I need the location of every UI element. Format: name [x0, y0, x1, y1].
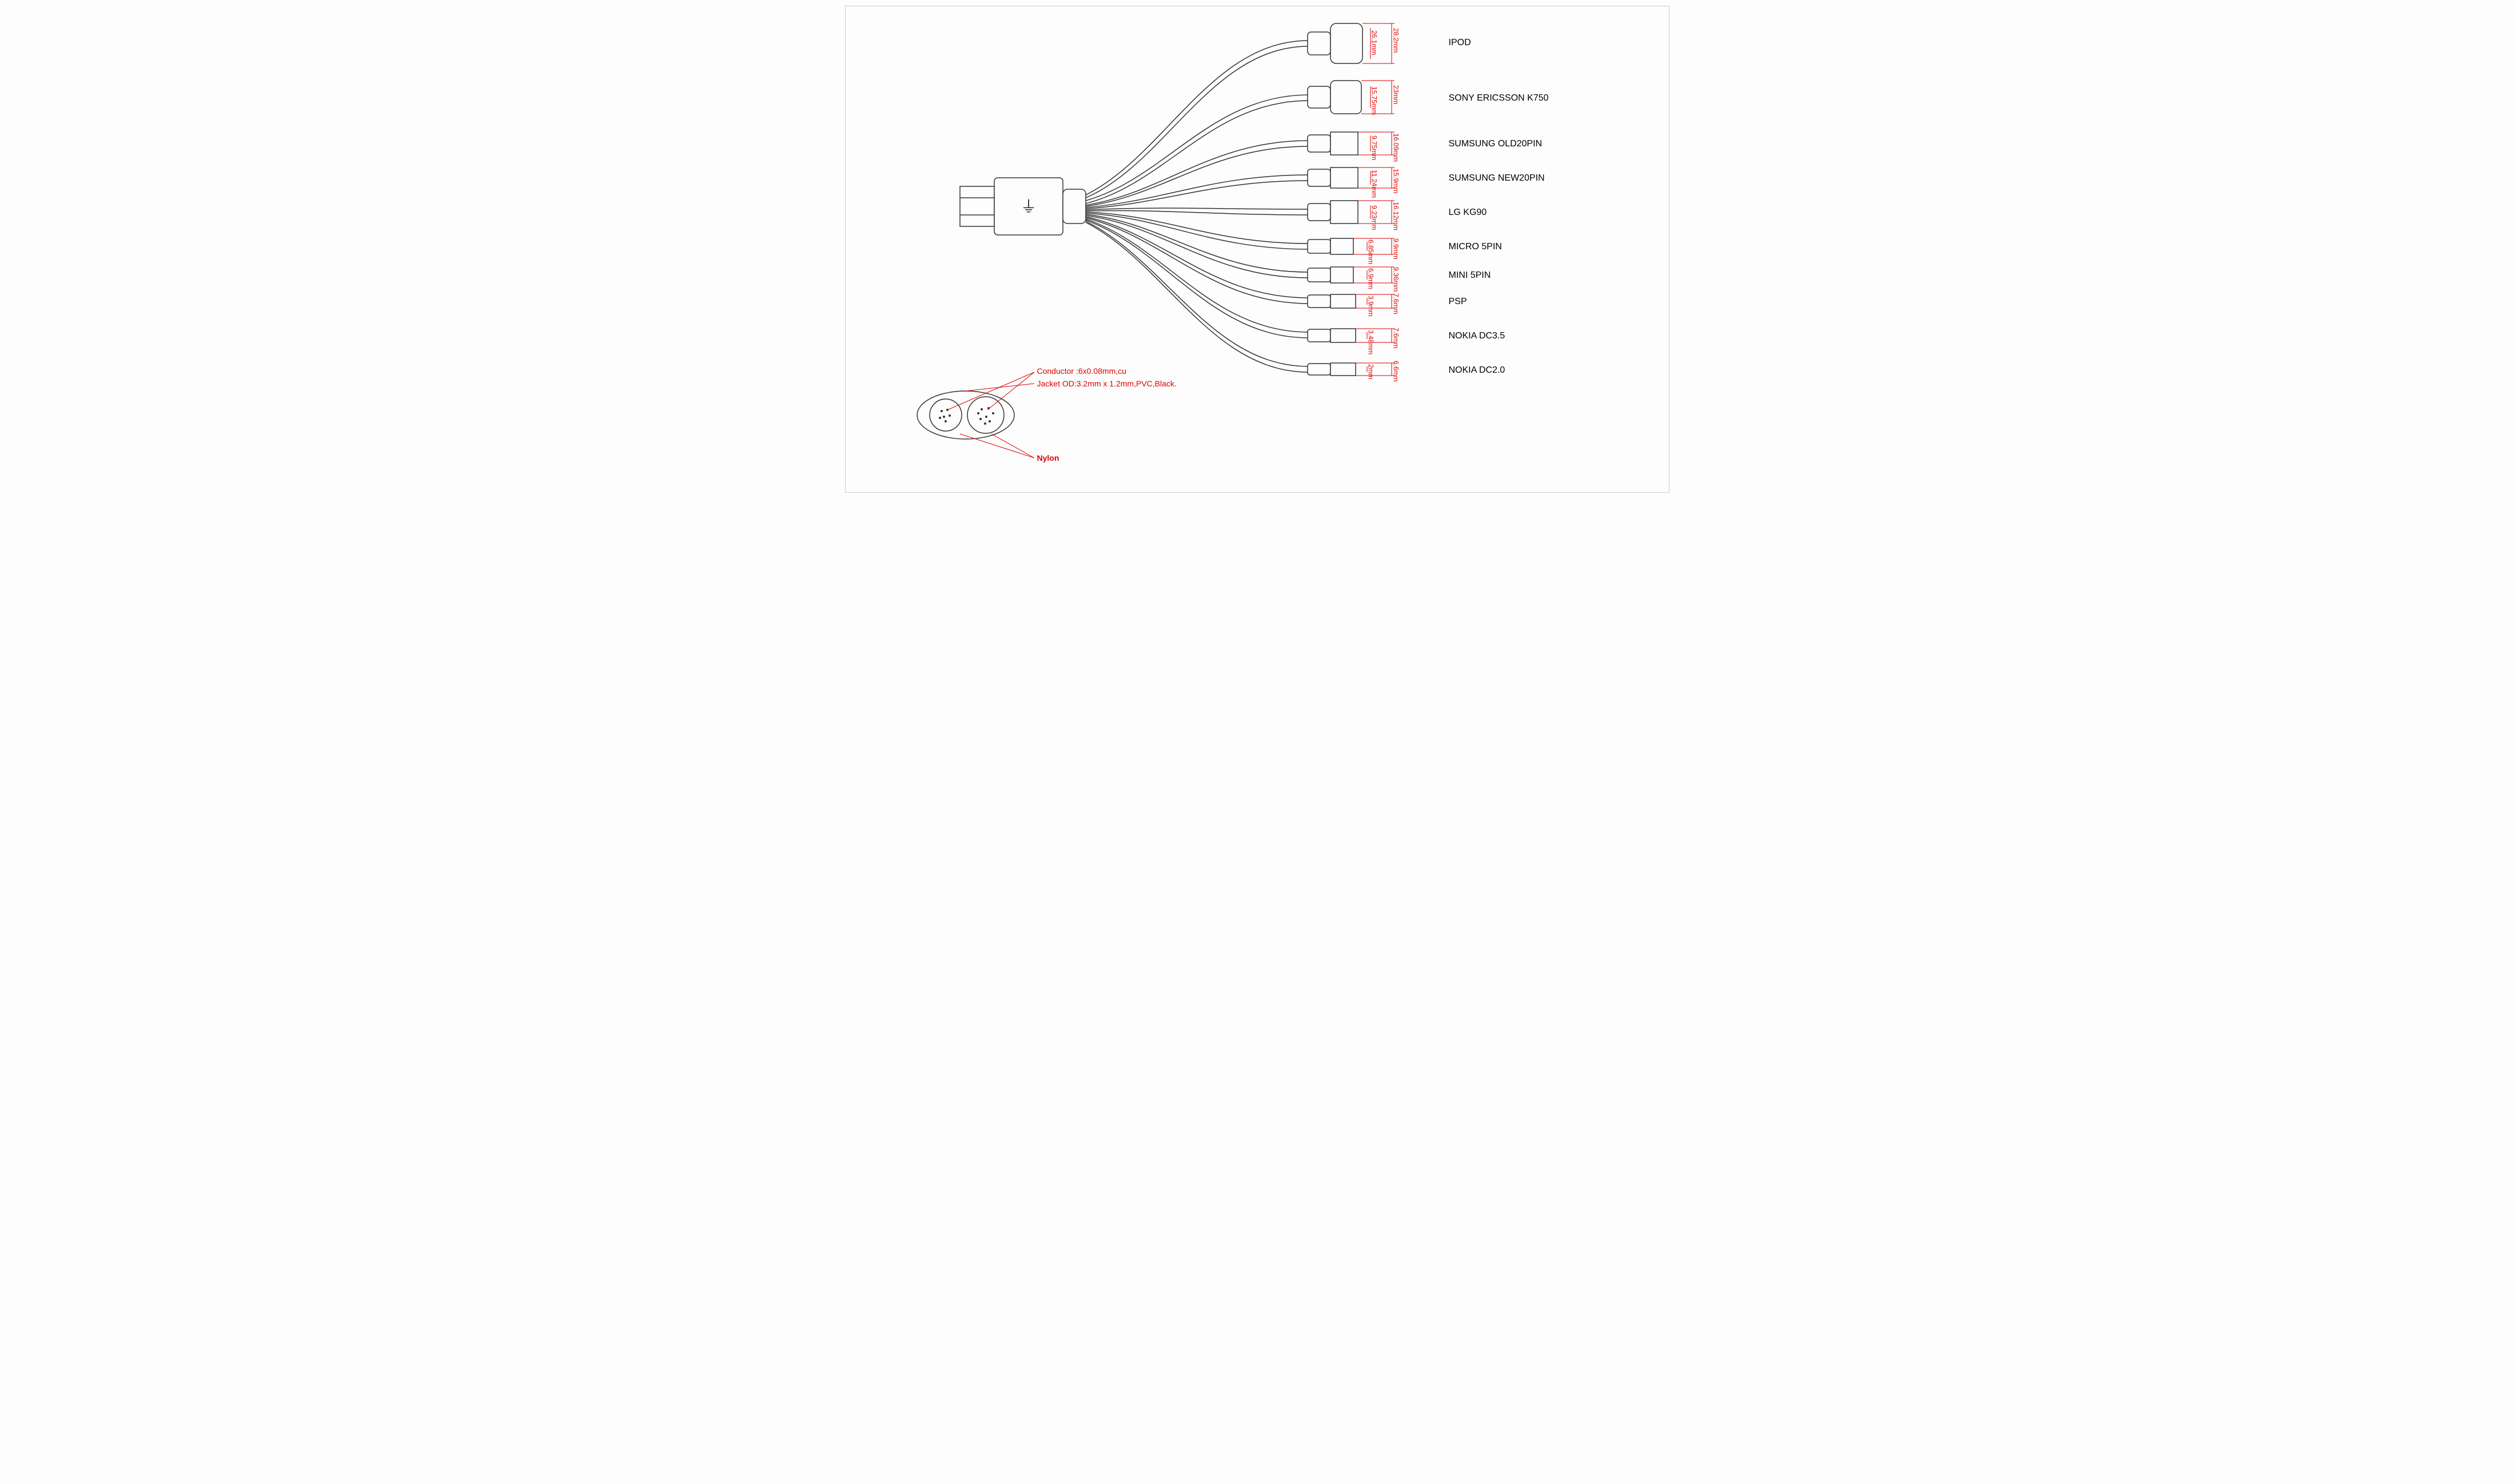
- dim-psp-outer: 7.6mm: [1392, 293, 1400, 314]
- label-se-k750: SONY ERICSSON K750: [1449, 93, 1549, 103]
- dim-lg-inner: 9.23mm: [1370, 205, 1378, 230]
- svg-text:⏚: ⏚: [1020, 198, 1036, 216]
- label-nok-dc20: NOKIA DC2.0: [1449, 365, 1505, 376]
- label-nok-dc35: NOKIA DC3.5: [1449, 331, 1505, 341]
- dim-sek750-inner: 15.75mm: [1370, 86, 1378, 115]
- label-ss-old20: SUMSUNG OLD20PIN: [1449, 139, 1543, 149]
- spec-jacket: Jacket OD:3.2mm x 1.2mm,PVC,Black.: [1037, 379, 1177, 388]
- spec-conductor: Conductor :6x0.08mm,cu: [1037, 366, 1126, 376]
- label-mini5: MINI 5PIN: [1449, 270, 1491, 281]
- lineart-svg: .st{fill:none;stroke:#333;stroke-width:1…: [846, 6, 1669, 492]
- dim-ssnew-inner: 11.24mm: [1370, 170, 1378, 198]
- label-lg-kg90: LG KG90: [1449, 208, 1487, 218]
- dim-ssold-outer: 16.09mm: [1392, 133, 1400, 162]
- dim-ssold-inner: 9.75mm: [1370, 135, 1378, 160]
- label-ipod: IPOD: [1449, 38, 1471, 48]
- dim-nok35-outer: 7.6mm: [1392, 328, 1400, 349]
- dim-mini-inner: 6.9mm: [1367, 268, 1375, 289]
- label-psp: PSP: [1449, 297, 1467, 307]
- dim-mini-outer: 9.36mm: [1392, 267, 1400, 292]
- dim-nok20-outer: 6.6mm: [1392, 361, 1400, 382]
- cable-cross-section: [917, 372, 1034, 458]
- dim-ipod-outer: 28.2mm: [1392, 28, 1400, 53]
- connectors-group: [1308, 23, 1395, 376]
- dim-ssnew-outer: 15.9mm: [1392, 169, 1400, 193]
- dim-lg-outer: 16.12mm: [1392, 202, 1400, 230]
- dim-ipod-inner: 26.1mm: [1370, 30, 1378, 55]
- label-micro5: MICRO 5PIN: [1449, 242, 1502, 252]
- cable-fanout: [1086, 41, 1309, 372]
- dim-nok35-inner: 3.48mm: [1367, 330, 1375, 354]
- diagram-canvas: .st{fill:none;stroke:#333;stroke-width:1…: [845, 6, 1670, 493]
- spec-nylon: Nylon: [1037, 453, 1059, 462]
- dim-psp-inner: 3.9mm: [1367, 296, 1375, 317]
- usb-a-plug: ⏚: [960, 178, 1086, 235]
- dim-micro-outer: 9.9mm: [1392, 238, 1400, 260]
- dim-micro-inner: 6.85mm: [1367, 240, 1375, 264]
- label-ss-new20: SUMSUNG NEW20PIN: [1449, 173, 1545, 183]
- dim-nok20-inner: 2mm: [1367, 364, 1375, 380]
- dim-sek750-outer: 23mm: [1392, 85, 1400, 104]
